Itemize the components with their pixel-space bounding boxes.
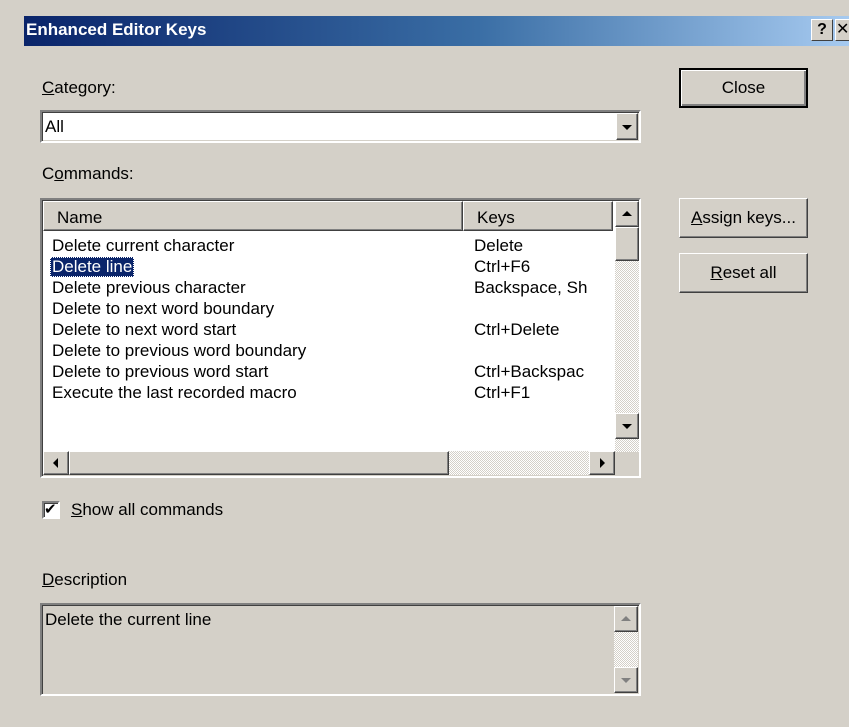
description-box[interactable]: Delete the current line	[40, 603, 641, 696]
scrollbar-corner	[615, 452, 639, 476]
horizontal-scrollbar[interactable]	[43, 451, 615, 475]
description-label: Description	[42, 570, 128, 589]
scroll-up-icon	[622, 211, 632, 216]
scroll-up-button[interactable]	[615, 201, 639, 227]
vertical-scrollbar[interactable]	[615, 201, 639, 452]
window-title: Enhanced Editor Keys	[26, 20, 207, 39]
reset-all-button[interactable]: Reset all	[679, 253, 808, 293]
assign-keys-button[interactable]: Assign keys...	[679, 198, 808, 238]
checkmark-icon: ✔	[44, 501, 57, 518]
dialog-window: Enhanced Editor Keys ? ✕ Category: All C…	[0, 0, 849, 727]
scroll-up-icon	[621, 616, 631, 621]
description-scrollbar[interactable]	[614, 606, 638, 693]
scroll-down-icon	[622, 424, 632, 429]
scroll-left-icon	[53, 458, 58, 468]
column-header-keys[interactable]: Keys	[463, 201, 613, 231]
help-button[interactable]: ?	[811, 19, 833, 41]
column-header-name[interactable]: Name	[43, 201, 463, 231]
description-scroll-up-button[interactable]	[614, 606, 638, 632]
close-window-button[interactable]: ✕	[835, 19, 849, 41]
list-item[interactable]: Delete to next word start Ctrl+Delete	[52, 320, 612, 341]
close-button[interactable]: Close	[679, 68, 808, 108]
category-value: All	[45, 117, 64, 136]
help-icon: ?	[817, 21, 827, 38]
category-dropdown-button[interactable]	[616, 113, 638, 140]
commands-label: Commands:	[42, 164, 134, 183]
category-select[interactable]: All	[40, 110, 641, 143]
description-text: Delete the current line	[45, 610, 212, 629]
category-label: Category:	[42, 78, 116, 97]
show-all-label[interactable]: Show all commands	[71, 500, 223, 520]
list-item[interactable]: Delete previous character Backspace, Sh	[52, 278, 612, 299]
list-item-selected[interactable]: Delete line Ctrl+F6	[50, 257, 612, 278]
scroll-down-icon	[621, 678, 631, 683]
list-item[interactable]: Execute the last recorded macro Ctrl+F1	[52, 383, 612, 404]
commands-rows: Delete current character Delete Delete l…	[42, 231, 613, 450]
scroll-down-button[interactable]	[615, 413, 639, 439]
scroll-right-icon	[600, 458, 605, 468]
list-item[interactable]: Delete to previous word start Ctrl+Backs…	[52, 362, 612, 383]
scroll-right-button[interactable]	[589, 451, 615, 475]
show-all-checkbox[interactable]: ✔	[42, 501, 60, 519]
horizontal-scroll-thumb[interactable]	[69, 451, 449, 475]
title-bar[interactable]: Enhanced Editor Keys ? ✕	[24, 16, 849, 46]
list-item[interactable]: Delete current character Delete	[52, 236, 612, 257]
scroll-left-button[interactable]	[43, 451, 69, 475]
description-scroll-down-button[interactable]	[614, 667, 638, 693]
close-icon: ✕	[836, 21, 849, 38]
commands-listview[interactable]: Name Keys Delete current character Delet…	[40, 198, 641, 478]
dropdown-arrow-icon	[622, 124, 632, 130]
list-item[interactable]: Delete to previous word boundary	[52, 341, 612, 362]
vertical-scroll-thumb[interactable]	[615, 227, 639, 261]
list-item[interactable]: Delete to next word boundary	[52, 299, 612, 320]
